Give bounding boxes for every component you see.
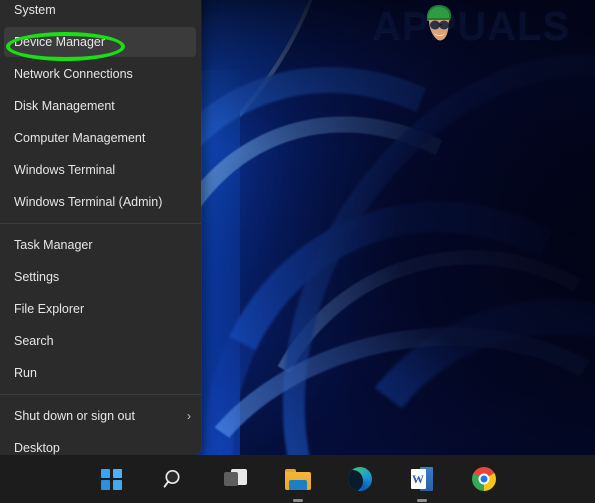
file-explorer-button[interactable] (278, 459, 318, 502)
menu-item-settings[interactable]: Settings (0, 261, 201, 293)
menu-item-shut-down-or-sign-out[interactable]: Shut down or sign out › (0, 400, 201, 432)
task-view-icon (223, 469, 248, 489)
menu-item-label: Task Manager (14, 237, 93, 252)
appuals-mascot-icon (426, 5, 452, 41)
menu-item-task-manager[interactable]: Task Manager (0, 229, 201, 261)
menu-item-label: Disk Management (14, 98, 115, 113)
chevron-right-icon: › (187, 409, 191, 423)
search-button[interactable] (154, 459, 194, 499)
menu-item-disk-management[interactable]: Disk Management (0, 90, 201, 122)
menu-item-search[interactable]: Search (0, 325, 201, 357)
task-view-button[interactable] (216, 459, 256, 499)
menu-item-windows-terminal[interactable]: Windows Terminal (0, 154, 201, 186)
menu-item-label: Desktop (14, 440, 60, 455)
folder-icon (284, 468, 311, 490)
menu-item-file-explorer[interactable]: File Explorer (0, 293, 201, 325)
menu-separator (0, 223, 201, 224)
chrome-button[interactable] (464, 459, 504, 499)
menu-item-computer-management[interactable]: Computer Management (0, 122, 201, 154)
menu-item-label: Windows Terminal (Admin) (14, 194, 163, 209)
menu-item-label: Shut down or sign out (14, 408, 135, 423)
menu-item-label: Device Manager (14, 34, 106, 49)
menu-item-label: Search (14, 333, 54, 348)
menu-item-label: Network Connections (14, 66, 133, 81)
chrome-icon (471, 467, 496, 491)
search-icon (163, 469, 180, 488)
start-button[interactable] (92, 459, 132, 499)
menu-item-label: Run (14, 365, 37, 380)
menu-separator (0, 394, 201, 395)
edge-button[interactable] (340, 459, 380, 499)
menu-item-label: Windows Terminal (14, 162, 116, 177)
power-user-menu: System Device Manager Network Connection… (0, 0, 201, 455)
word-button[interactable]: W (402, 459, 442, 502)
menu-item-label: Settings (14, 269, 60, 284)
windows-logo-icon (101, 468, 122, 490)
menu-item-network-connections[interactable]: Network Connections (0, 58, 201, 90)
screen: APPUALS wsxdn.com System Device Manager … (0, 0, 595, 503)
running-indicator (292, 499, 303, 502)
menu-item-label: System (14, 2, 56, 17)
edge-icon (347, 467, 372, 491)
appuals-watermark: APPUALS (372, 3, 571, 48)
menu-item-desktop[interactable]: Desktop (0, 432, 201, 455)
running-indicator (416, 499, 427, 502)
menu-item-device-manager[interactable]: Device Manager (0, 26, 201, 58)
word-icon: W (410, 467, 433, 491)
menu-item-system[interactable]: System (0, 0, 201, 26)
menu-item-run[interactable]: Run (0, 357, 201, 389)
taskbar: W (0, 455, 595, 503)
menu-item-label: File Explorer (14, 301, 85, 316)
menu-item-label: Computer Management (14, 130, 146, 145)
menu-item-windows-terminal-admin[interactable]: Windows Terminal (Admin) (0, 186, 201, 218)
